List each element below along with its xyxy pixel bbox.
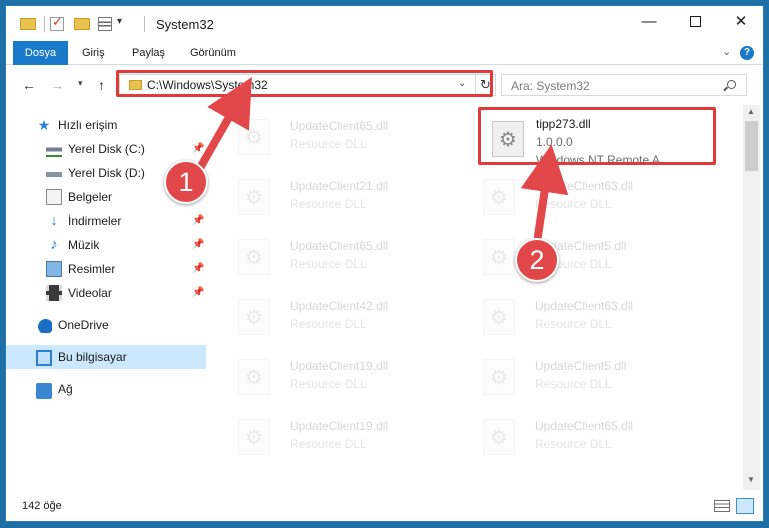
step-marker-2: 2 xyxy=(515,238,559,282)
arrow-to-file xyxy=(520,144,569,240)
annotation-arrows xyxy=(196,77,569,240)
arrow-to-address-bar xyxy=(196,77,252,172)
step-marker-1: 1 xyxy=(164,160,208,204)
